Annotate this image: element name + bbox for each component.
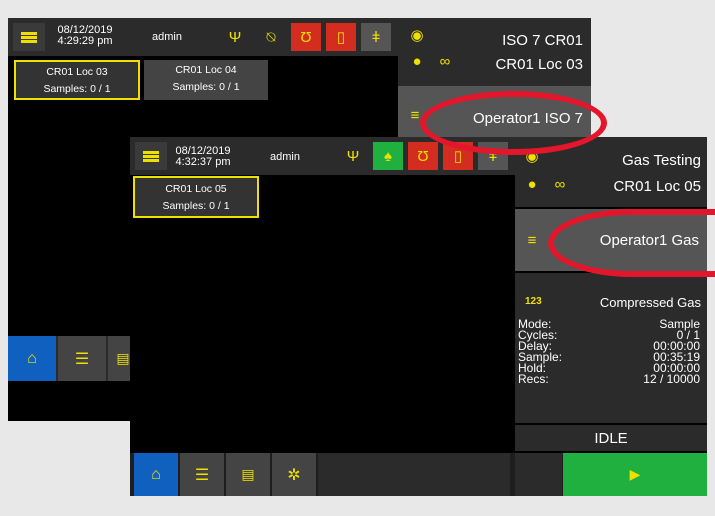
location-samples: Samples: 0 / 1 (172, 81, 240, 93)
flashlight-icon[interactable]: ǂ (361, 23, 391, 51)
front-time: 4:32:37 pm (175, 156, 231, 168)
start-button[interactable]: ▶ (563, 453, 707, 496)
pump-icon[interactable]: Ʊ (291, 23, 321, 51)
alarm-icon: ♠ (373, 142, 403, 170)
hamburger-icon (143, 150, 159, 162)
highlight-oval-front-operator (548, 209, 715, 277)
back-location-card-04[interactable]: CR01 Loc 04 Samples: 0 / 1 (144, 60, 268, 100)
stat-label: Recs: (518, 372, 549, 386)
front-nav-list[interactable]: ☰ (180, 453, 224, 496)
highlight-oval-back-operator (420, 91, 607, 155)
list-icon: ☰ (194, 466, 210, 484)
back-location-label: CR01 Loc 03 (495, 56, 583, 73)
home-icon: ⌂ (151, 465, 161, 483)
front-nav-blank (515, 453, 562, 496)
front-menu-button[interactable] (135, 142, 167, 170)
location-pin-icon-2: ● (527, 175, 537, 193)
usb-icon: Ψ (228, 28, 242, 46)
back-header-bar: 08/12/2019 4:29:29 pm admin Ψ ⍉ Ʊ ▯ ǂ (8, 18, 398, 56)
link-icon: ∞ (554, 175, 566, 193)
front-location-label: CR01 Loc 05 (613, 178, 701, 195)
location-pin-icon-2: ● (412, 52, 422, 70)
back-location-card-03[interactable]: CR01 Loc 03 Samples: 0 / 1 (14, 60, 140, 100)
stat-value: 12 / 10000 (643, 372, 700, 386)
back-menu-button[interactable] (13, 23, 45, 51)
front-nav-home[interactable]: ⌂ (134, 453, 178, 496)
front-test-label: Gas Testing (622, 152, 701, 169)
hamburger-icon (21, 31, 37, 43)
back-datetime: 08/12/2019 4:29:29 pm (50, 25, 120, 47)
location-samples: Samples: 0 / 1 (43, 83, 111, 95)
front-location-card-05[interactable]: CR01 Loc 05 Samples: 0 / 1 (133, 176, 259, 218)
report-icon: ▤ (241, 466, 255, 482)
back-user: admin (152, 31, 182, 43)
back-nav-list[interactable]: ☰ (58, 336, 106, 381)
status-panel: IDLE (515, 425, 707, 451)
play-icon: ▶ (629, 466, 641, 482)
status-label: IDLE (594, 430, 628, 447)
front-info-panel: 123 Compressed Gas Mode: Sample Cycles: 0 … (515, 273, 707, 423)
back-nav-home[interactable]: ⌂ (8, 336, 56, 381)
back-nav-bar: ⌂ ☰ ▤ (8, 336, 138, 381)
gear-icon: ✲ (287, 466, 301, 484)
location-samples: Samples: 0 / 1 (162, 200, 230, 212)
pump-icon[interactable]: Ʊ (408, 142, 438, 170)
front-nav-bar: ⌂ ☰ ▤ ✲ ▶ (130, 453, 707, 496)
back-time: 4:29:29 pm (57, 35, 113, 47)
stat-row: Recs: 12 / 10000 (518, 372, 700, 386)
list-icon: ≡ (527, 231, 537, 249)
location-pin-icon: ◉ (410, 27, 424, 44)
link-icon: ∞ (439, 52, 451, 70)
front-nav-spacer (318, 453, 510, 496)
location-name: CR01 Loc 05 (165, 183, 227, 195)
list-icon: ☰ (74, 350, 90, 368)
report-icon: ▤ (116, 350, 130, 366)
location-name: CR01 Loc 04 (175, 64, 237, 76)
home-icon: ⌂ (27, 349, 37, 367)
back-room-label: ISO 7 CR01 (502, 32, 583, 49)
test-type-label: Compressed Gas (599, 295, 701, 310)
alarm-off-icon: ⍉ (266, 28, 276, 46)
battery-icon: ▯ (326, 23, 356, 51)
front-screen: 08/12/2019 4:32:37 pm admin Ψ ♠ Ʊ ▯ ǂ CR… (130, 137, 707, 496)
back-right-panel: ◉ ● ∞ ISO 7 CR01 CR01 Loc 03 (398, 18, 591, 86)
counter-icon: 123 (525, 296, 542, 307)
front-user: admin (270, 151, 300, 163)
stats-list: Mode: Sample Cycles: 0 / 1 Delay: 00:00:00 … (518, 318, 700, 386)
front-datetime: 08/12/2019 4:32:37 pm (168, 146, 238, 168)
usb-icon: Ψ (346, 147, 360, 165)
location-name: CR01 Loc 03 (46, 66, 108, 78)
front-nav-report[interactable]: ▤ (226, 453, 270, 496)
front-nav-settings[interactable]: ✲ (272, 453, 316, 496)
